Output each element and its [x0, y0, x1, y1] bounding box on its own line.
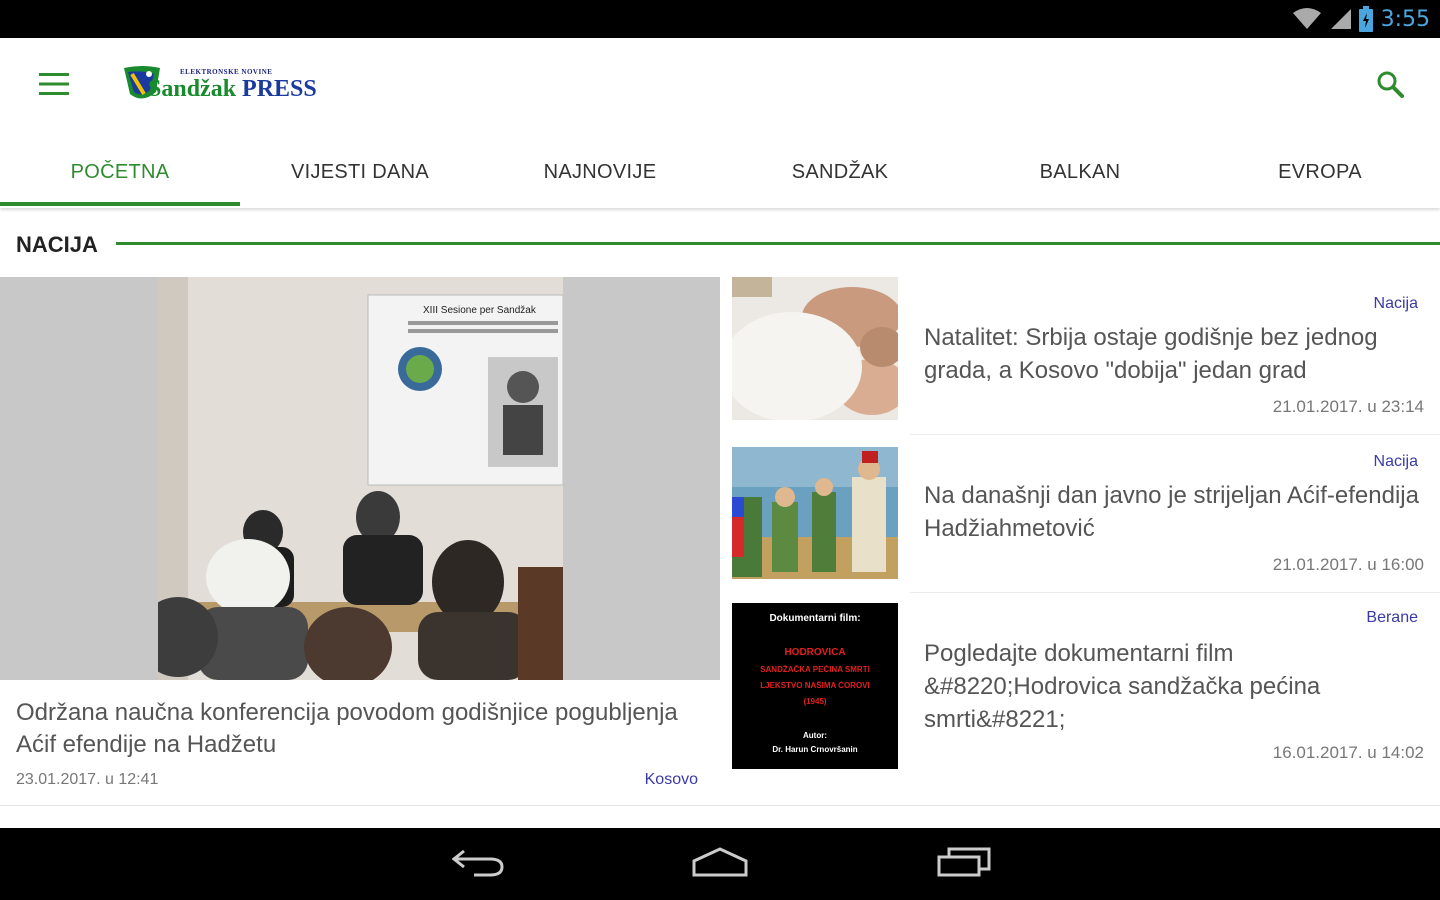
article-title[interactable]: Natalitet: Srbija ostaje godišnje bez je… [924, 321, 1424, 387]
app-logo[interactable]: ELEKTRONSKE NOVINE Sandžak PRESS [118, 60, 328, 112]
thumb-caption-2: HODROVICA [784, 647, 846, 658]
content-bottom-divider [0, 805, 1440, 806]
cell-signal-icon [1329, 7, 1351, 31]
status-icons: 3:55 [1292, 4, 1430, 34]
article-category[interactable]: Nacija [1374, 453, 1418, 471]
tab-sandzak[interactable]: SANDŽAK [720, 138, 960, 206]
home-button[interactable] [684, 844, 756, 884]
search-button[interactable] [1370, 66, 1410, 106]
thumb-caption-3: SANDŽAČKA PEĆINA SMRTI [760, 665, 870, 674]
article-item[interactable]: Nacija Na današnji dan javno je strijelj… [732, 435, 1440, 593]
poster-title: XIII Sesione per Sandžak [423, 305, 537, 316]
status-bar: 3:55 [0, 0, 1440, 38]
article-date: 16.01.2017. u 14:02 [1272, 743, 1424, 762]
tab-evropa[interactable]: EVROPA [1200, 138, 1440, 206]
back-icon [451, 847, 504, 882]
featured-date: 23.01.2017. u 12:41 [16, 771, 159, 788]
recents-button[interactable] [928, 844, 1000, 884]
tab-vijesti-dana[interactable]: VIJESTI DANA [240, 138, 480, 206]
system-nav-bar [0, 828, 1440, 900]
featured-photo: XIII Sesione per Sandžak [158, 277, 563, 680]
article-category[interactable]: Berane [1366, 609, 1418, 627]
menu-icon [39, 72, 69, 100]
article-date: 21.01.2017. u 16:00 [1272, 555, 1424, 574]
wifi-icon [1292, 7, 1321, 31]
article-thumbnail: Dokumentarni film: HODROVICA SANDŽAČKA P… [732, 603, 898, 769]
article-date: 21.01.2017. u 23:14 [1272, 397, 1424, 416]
battery-icon [1358, 6, 1373, 32]
status-time: 3:55 [1380, 6, 1430, 32]
logo-title: Sandžak PRESS [148, 76, 317, 103]
logo-title-sandzak: Sandžak [148, 76, 237, 102]
search-icon [1376, 70, 1404, 103]
thumb-caption-5: (1945) [803, 697, 827, 706]
section-title: NACIJA [16, 232, 98, 257]
article-item[interactable]: Dokumentarni film: HODROVICA SANDŽAČKA P… [732, 593, 1440, 803]
section-rule [116, 242, 1440, 245]
article-thumbnail [732, 447, 898, 579]
featured-category[interactable]: Kosovo [645, 771, 698, 789]
logo-subtitle: ELEKTRONSKE NOVINE [180, 68, 273, 76]
article-category[interactable]: Nacija [1374, 295, 1418, 313]
tab-balkan[interactable]: BALKAN [960, 138, 1200, 206]
menu-button[interactable] [30, 66, 78, 106]
featured-image-area: XIII Sesione per Sandžak [0, 277, 720, 680]
article-title[interactable]: Pogledajte dokumentarni film &#8220;Hodr… [924, 637, 1424, 736]
featured-article[interactable]: XIII Sesione per Sandžak Održana naučna … [0, 277, 720, 805]
thumb-caption-4: LJEKSTVO NAŠIMA ĆOROVI [760, 681, 870, 690]
home-icon [692, 846, 748, 882]
category-tabs: POČETNA VIJESTI DANA NAJNOVIJE SANDŽAK B… [0, 138, 1440, 206]
tab-najnovije[interactable]: NAJNOVIJE [480, 138, 720, 206]
article-item[interactable]: Nacija Natalitet: Srbija ostaje godišnje… [732, 277, 1440, 435]
article-thumbnail [732, 277, 898, 420]
section-header: NACIJA [0, 222, 1440, 270]
logo-title-press: PRESS [236, 76, 317, 102]
tab-pocetna[interactable]: POČETNA [0, 138, 240, 206]
thumb-caption-1: Dokumentarni film: [769, 613, 861, 624]
article-title[interactable]: Na današnji dan javno je strijeljan Aćif… [924, 479, 1424, 545]
back-button[interactable] [442, 844, 514, 884]
thumb-caption-6: Autor: [803, 731, 827, 740]
app-bar: ELEKTRONSKE NOVINE Sandžak PRESS POČETNA… [0, 38, 1440, 208]
recents-icon [937, 847, 991, 882]
thumb-caption-7: Dr. Harun Crnovršanin [772, 745, 858, 754]
featured-headline[interactable]: Održana naučna konferencija povodom godi… [16, 697, 696, 761]
